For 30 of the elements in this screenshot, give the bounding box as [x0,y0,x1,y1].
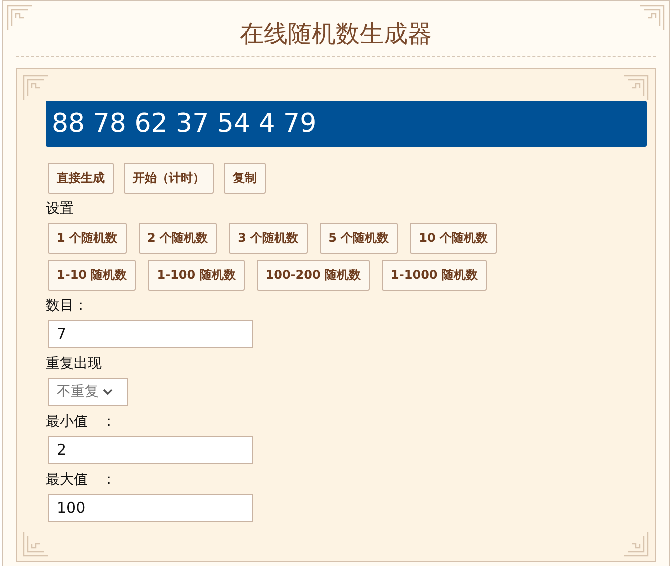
preset-button[interactable]: 5 个随机数 [320,223,398,254]
repeat-dropdown[interactable]: 不重复 [48,378,128,406]
preset-button[interactable]: 2 个随机数 [138,223,218,254]
preset-button[interactable]: 3 个随机数 [229,223,308,254]
action-button[interactable]: 复制 [224,163,266,194]
chevron-down-icon [103,388,113,396]
input-field[interactable]: 2 [48,436,253,464]
action-button[interactable]: 开始（计时） [124,163,214,194]
input-field[interactable]: 7 [48,320,253,348]
preset-button[interactable]: 10 个随机数 [410,223,498,254]
corner-ornament-icon [623,75,649,101]
preset-button[interactable]: 1-10 随机数 [48,260,136,291]
page-title: 在线随机数生成器 [16,1,656,57]
preset-button[interactable]: 100-200 随机数 [256,260,370,291]
corner-ornament-icon [623,531,649,557]
preset-button[interactable]: 1-1000 随机数 [382,260,487,291]
field-label: 最小值 ： [46,413,117,431]
corner-ornament-icon [7,5,33,31]
preset-button[interactable]: 1-100 随机数 [148,260,245,291]
input-field[interactable]: 100 [48,494,253,522]
action-button[interactable]: 直接生成 [48,163,114,194]
result-display: 88 78 62 37 54 4 79 [46,101,647,147]
corner-ornament-icon [23,531,49,557]
corner-ornament-icon [23,75,49,101]
preset-button[interactable]: 1 个随机数 [48,223,127,254]
settings-label: 设置 [46,200,75,218]
field-label: 数目： [46,297,89,315]
field-label: 重复出现 [46,355,103,373]
field-label: 最大值 ： [46,471,117,489]
corner-ornament-icon [639,5,665,31]
